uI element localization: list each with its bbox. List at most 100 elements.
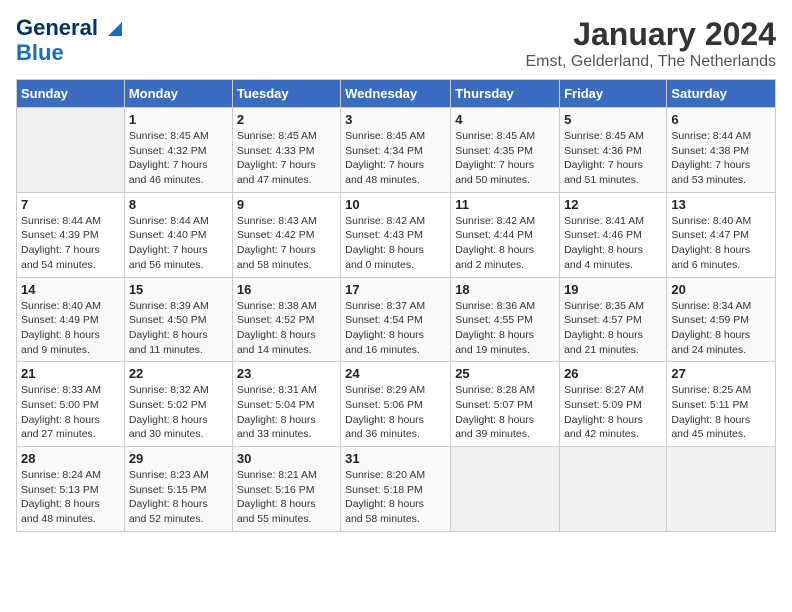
day-info: Sunrise: 8:40 AM Sunset: 4:47 PM Dayligh…: [671, 214, 771, 273]
month-title: January 2024: [526, 16, 777, 53]
day-info: Sunrise: 8:20 AM Sunset: 5:18 PM Dayligh…: [345, 468, 446, 527]
day-info: Sunrise: 8:34 AM Sunset: 4:59 PM Dayligh…: [671, 299, 771, 358]
day-number: 26: [564, 366, 662, 381]
calendar-day-cell: 9Sunrise: 8:43 AM Sunset: 4:42 PM Daylig…: [232, 192, 340, 277]
calendar-day-cell: 15 Sunrise: 8:39 AM Sunset: 4:50 PM Dayli…: [124, 277, 232, 362]
day-number: 24: [345, 366, 446, 381]
logo-blue-text: Blue: [16, 40, 64, 65]
calendar-day-cell: 23 Sunrise: 8:31 AM Sunset: 5:04 PM Dayli…: [232, 362, 340, 447]
calendar-day-cell: [667, 447, 776, 532]
location-title: Emst, Gelderland, The Netherlands: [526, 53, 777, 71]
day-number: 7: [21, 197, 120, 212]
calendar-day-cell: 5Sunrise: 8:45 AM Sunset: 4:36 PM Daylig…: [560, 108, 667, 193]
calendar-day-cell: 24Sunrise: 8:29 AM Sunset: 5:06 PM Dayli…: [341, 362, 451, 447]
day-info: Sunrise: 8:45 AM Sunset: 4:32 PM Dayligh…: [129, 129, 228, 188]
weekday-header-cell: Friday: [560, 80, 667, 108]
calendar-day-cell: 10 Sunrise: 8:42 AM Sunset: 4:43 PM Dayli…: [341, 192, 451, 277]
weekday-header-cell: Thursday: [451, 80, 560, 108]
calendar-day-cell: 3 Sunrise: 8:45 AM Sunset: 4:34 PM Daylig…: [341, 108, 451, 193]
calendar-day-cell: 26 Sunrise: 8:27 AM Sunset: 5:09 PM Dayli…: [560, 362, 667, 447]
day-number: 25: [455, 366, 555, 381]
calendar-day-cell: 2 Sunrise: 8:45 AM Sunset: 4:33 PM Daylig…: [232, 108, 340, 193]
day-info: Sunrise: 8:24 AM Sunset: 5:13 PM Dayligh…: [21, 468, 120, 527]
calendar-day-cell: 14 Sunrise: 8:40 AM Sunset: 4:49 PM Dayli…: [17, 277, 125, 362]
calendar-week-row: 28 Sunrise: 8:24 AM Sunset: 5:13 PM Dayli…: [17, 447, 776, 532]
day-number: 9: [237, 197, 336, 212]
weekday-header-cell: Saturday: [667, 80, 776, 108]
calendar-week-row: 1 Sunrise: 8:45 AM Sunset: 4:32 PM Daylig…: [17, 108, 776, 193]
calendar-day-cell: 31 Sunrise: 8:20 AM Sunset: 5:18 PM Dayli…: [341, 447, 451, 532]
day-number: 5: [564, 112, 662, 127]
day-info: Sunrise: 8:40 AM Sunset: 4:49 PM Dayligh…: [21, 299, 120, 358]
day-number: 31: [345, 451, 446, 466]
calendar-day-cell: 1 Sunrise: 8:45 AM Sunset: 4:32 PM Daylig…: [124, 108, 232, 193]
day-number: 16: [237, 282, 336, 297]
day-info: Sunrise: 8:45 AM Sunset: 4:33 PM Dayligh…: [237, 129, 336, 188]
day-info: Sunrise: 8:27 AM Sunset: 5:09 PM Dayligh…: [564, 383, 662, 442]
logo-text: General: [16, 16, 124, 40]
header: General Blue January 2024 Emst, Gelderla…: [16, 16, 776, 71]
day-info: Sunrise: 8:44 AM Sunset: 4:38 PM Dayligh…: [671, 129, 771, 188]
day-number: 14: [21, 282, 120, 297]
calendar-day-cell: 16 Sunrise: 8:38 AM Sunset: 4:52 PM Dayli…: [232, 277, 340, 362]
day-info: Sunrise: 8:42 AM Sunset: 4:43 PM Dayligh…: [345, 214, 446, 273]
calendar-day-cell: 11Sunrise: 8:42 AM Sunset: 4:44 PM Dayli…: [451, 192, 560, 277]
calendar-day-cell: 13Sunrise: 8:40 AM Sunset: 4:47 PM Dayli…: [667, 192, 776, 277]
day-info: Sunrise: 8:28 AM Sunset: 5:07 PM Dayligh…: [455, 383, 555, 442]
calendar-week-row: 14 Sunrise: 8:40 AM Sunset: 4:49 PM Dayli…: [17, 277, 776, 362]
day-info: Sunrise: 8:39 AM Sunset: 4:50 PM Dayligh…: [129, 299, 228, 358]
day-info: Sunrise: 8:31 AM Sunset: 5:04 PM Dayligh…: [237, 383, 336, 442]
calendar-day-cell: 30Sunrise: 8:21 AM Sunset: 5:16 PM Dayli…: [232, 447, 340, 532]
day-info: Sunrise: 8:44 AM Sunset: 4:40 PM Dayligh…: [129, 214, 228, 273]
day-number: 22: [129, 366, 228, 381]
day-number: 15: [129, 282, 228, 297]
calendar-day-cell: 28 Sunrise: 8:24 AM Sunset: 5:13 PM Dayli…: [17, 447, 125, 532]
day-info: Sunrise: 8:41 AM Sunset: 4:46 PM Dayligh…: [564, 214, 662, 273]
day-info: Sunrise: 8:42 AM Sunset: 4:44 PM Dayligh…: [455, 214, 555, 273]
calendar-day-cell: 17Sunrise: 8:37 AM Sunset: 4:54 PM Dayli…: [341, 277, 451, 362]
day-info: Sunrise: 8:32 AM Sunset: 5:02 PM Dayligh…: [129, 383, 228, 442]
weekday-header-cell: Tuesday: [232, 80, 340, 108]
day-info: Sunrise: 8:25 AM Sunset: 5:11 PM Dayligh…: [671, 383, 771, 442]
calendar-day-cell: 19Sunrise: 8:35 AM Sunset: 4:57 PM Dayli…: [560, 277, 667, 362]
day-number: 23: [237, 366, 336, 381]
calendar-day-cell: 18 Sunrise: 8:36 AM Sunset: 4:55 PM Dayli…: [451, 277, 560, 362]
day-number: 4: [455, 112, 555, 127]
logo: General Blue: [16, 16, 124, 66]
day-number: 2: [237, 112, 336, 127]
weekday-header-row: SundayMondayTuesdayWednesdayThursdayFrid…: [17, 80, 776, 108]
day-number: 18: [455, 282, 555, 297]
day-number: 12: [564, 197, 662, 212]
calendar-day-cell: [17, 108, 125, 193]
calendar-day-cell: 22 Sunrise: 8:32 AM Sunset: 5:02 PM Dayli…: [124, 362, 232, 447]
day-info: Sunrise: 8:37 AM Sunset: 4:54 PM Dayligh…: [345, 299, 446, 358]
calendar-day-cell: 7Sunrise: 8:44 AM Sunset: 4:39 PM Daylig…: [17, 192, 125, 277]
day-info: Sunrise: 8:45 AM Sunset: 4:34 PM Dayligh…: [345, 129, 446, 188]
weekday-header-cell: Sunday: [17, 80, 125, 108]
calendar-week-row: 7Sunrise: 8:44 AM Sunset: 4:39 PM Daylig…: [17, 192, 776, 277]
day-number: 3: [345, 112, 446, 127]
calendar-day-cell: 27 Sunrise: 8:25 AM Sunset: 5:11 PM Dayli…: [667, 362, 776, 447]
day-info: Sunrise: 8:45 AM Sunset: 4:35 PM Dayligh…: [455, 129, 555, 188]
day-number: 28: [21, 451, 120, 466]
day-number: 10: [345, 197, 446, 212]
day-info: Sunrise: 8:35 AM Sunset: 4:57 PM Dayligh…: [564, 299, 662, 358]
day-number: 29: [129, 451, 228, 466]
day-number: 30: [237, 451, 336, 466]
calendar-day-cell: 8Sunrise: 8:44 AM Sunset: 4:40 PM Daylig…: [124, 192, 232, 277]
day-number: 27: [671, 366, 771, 381]
day-info: Sunrise: 8:23 AM Sunset: 5:15 PM Dayligh…: [129, 468, 228, 527]
calendar-day-cell: [451, 447, 560, 532]
calendar-day-cell: 12 Sunrise: 8:41 AM Sunset: 4:46 PM Dayli…: [560, 192, 667, 277]
day-number: 21: [21, 366, 120, 381]
calendar-day-cell: 20Sunrise: 8:34 AM Sunset: 4:59 PM Dayli…: [667, 277, 776, 362]
day-number: 1: [129, 112, 228, 127]
day-info: Sunrise: 8:38 AM Sunset: 4:52 PM Dayligh…: [237, 299, 336, 358]
day-info: Sunrise: 8:36 AM Sunset: 4:55 PM Dayligh…: [455, 299, 555, 358]
logo-triangle-icon: [106, 20, 124, 38]
weekday-header-cell: Monday: [124, 80, 232, 108]
calendar-table: SundayMondayTuesdayWednesdayThursdayFrid…: [16, 79, 776, 532]
calendar-day-cell: 4 Sunrise: 8:45 AM Sunset: 4:35 PM Daylig…: [451, 108, 560, 193]
calendar-day-cell: [560, 447, 667, 532]
calendar-body: 1 Sunrise: 8:45 AM Sunset: 4:32 PM Daylig…: [17, 108, 776, 532]
